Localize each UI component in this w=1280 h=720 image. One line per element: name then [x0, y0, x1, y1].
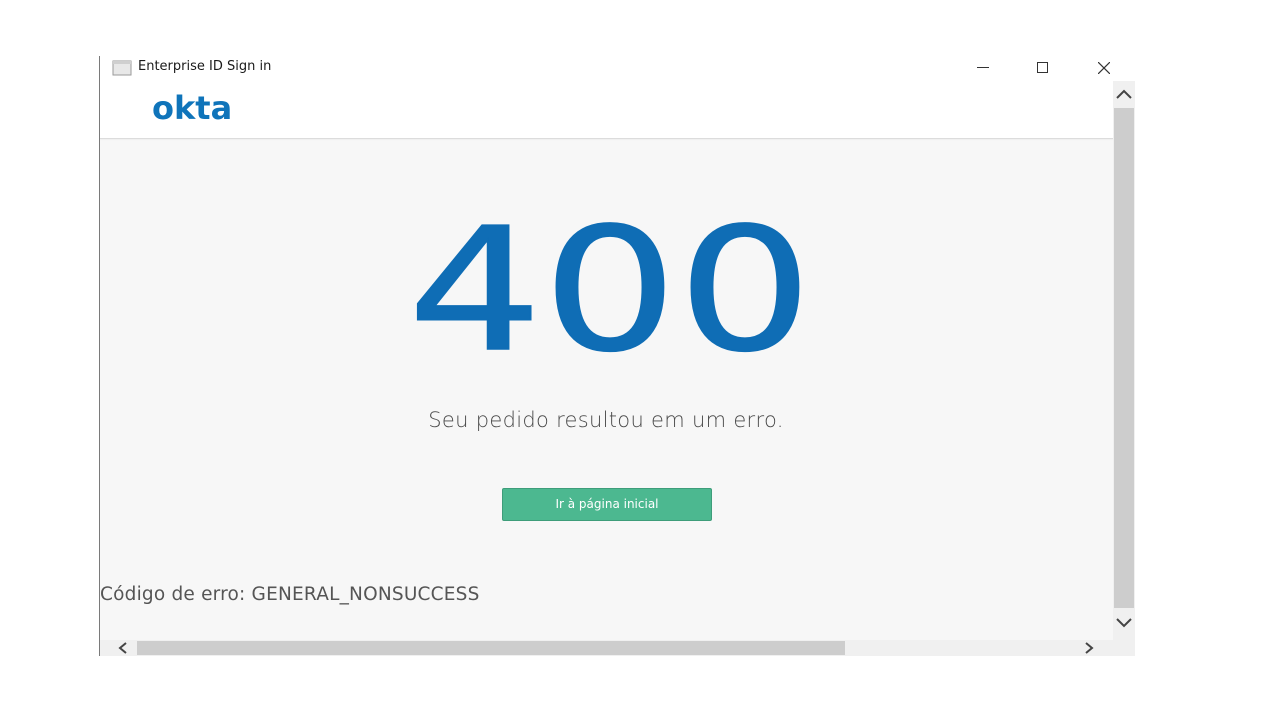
browser-window: Enterprise ID Sign in okta 400 Seu pedid… — [99, 56, 1135, 656]
maximize-button[interactable] — [1020, 56, 1066, 81]
chevron-up-icon — [1116, 89, 1132, 99]
page-viewport: okta 400 Seu pedido resultou em um erro.… — [100, 81, 1113, 640]
scroll-down-button[interactable] — [1113, 609, 1135, 639]
error-details: Código de erro: GENERAL_NONSUCCESS — [100, 584, 480, 605]
maximize-icon — [1037, 62, 1048, 73]
error-code-text: 400 — [408, 211, 813, 361]
okta-header: okta — [100, 81, 1113, 139]
vertical-scroll-thumb[interactable] — [1114, 108, 1134, 608]
vertical-scrollbar[interactable] — [1113, 81, 1135, 640]
title-bar: Enterprise ID Sign in — [100, 56, 1135, 81]
error-code-400: 400 — [407, 211, 814, 361]
minimize-button[interactable] — [960, 56, 1006, 81]
error-message: Seu pedido resultou em um erro. — [428, 408, 784, 432]
window-title: Enterprise ID Sign in — [138, 59, 272, 74]
chevron-down-icon — [1116, 618, 1132, 628]
horizontal-scrollbar[interactable] — [100, 640, 1113, 656]
scroll-right-button[interactable] — [1078, 640, 1102, 656]
scrollbar-corner — [1113, 640, 1135, 656]
minimize-icon — [977, 67, 989, 68]
close-button[interactable] — [1081, 56, 1127, 81]
window-app-icon — [112, 60, 132, 76]
go-home-button[interactable]: Ir à página inicial — [502, 488, 712, 521]
chevron-left-icon — [118, 642, 127, 654]
scroll-left-button[interactable] — [112, 640, 136, 656]
chevron-right-icon — [1085, 642, 1094, 654]
horizontal-scroll-thumb[interactable] — [137, 641, 845, 655]
okta-logo[interactable]: okta — [152, 89, 232, 127]
close-icon — [1098, 62, 1110, 74]
scroll-up-button[interactable] — [1113, 81, 1135, 107]
